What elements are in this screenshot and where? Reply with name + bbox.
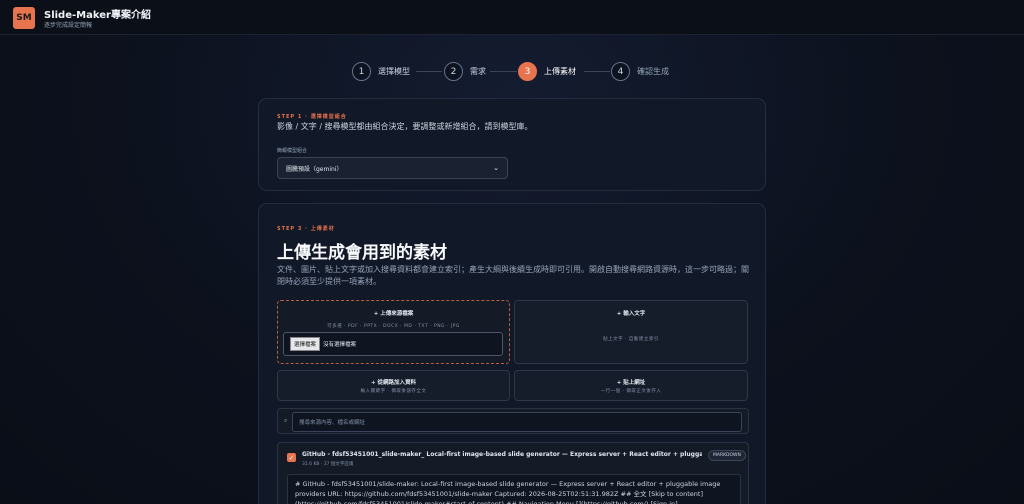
no-file-chosen-text: 沒有選擇檔案 (323, 342, 357, 348)
source-item-preview[interactable]: # GitHub - fdsf53451001/slide-maker: Loc… (287, 474, 741, 504)
upload-card-description: 文件、圖片、貼上文字或加入搜尋資料都會建立索引；產生大綱與後續生成時即可引用。開… (277, 265, 749, 286)
chevron-down-icon: ⌄ (493, 164, 499, 172)
app-logo[interactable]: SM (13, 7, 35, 29)
web-tile-subtitle: 輸入關鍵字 · 擷取後儲存全文 (360, 389, 427, 394)
upload-materials-card: STEP 3 · 上傳素材 上傳生成會用到的素材 文件、圖片、貼上文字或加入搜尋… (258, 203, 766, 504)
file-input[interactable]: 選擇檔案 沒有選擇檔案 (283, 332, 503, 356)
stepper: 1 選擇模型 2 需求 3 上傳素材 4 確認生成 (352, 62, 692, 82)
model-card-eyebrow: STEP 1 · 選擇模型組合 (277, 114, 347, 120)
model-combination-select[interactable]: 圖騰預設（gemini） ⌄ (277, 157, 508, 179)
search-icon: ⌕ (284, 417, 288, 424)
source-item-meta: 31.6 KB · 37 個文字區塊 (302, 462, 354, 467)
step-3-number: 3 (518, 62, 537, 81)
upload-card-title: 上傳生成會用到的素材 (277, 243, 447, 263)
app-subtitle: 逐步完成設定簡報 (44, 22, 93, 29)
model-card-description: 影像 / 文字 / 搜尋模型都由組合決定，要調整或新增組合，請到模型庫。 (277, 122, 533, 131)
step-4-label: 確認生成 (637, 67, 669, 76)
paste-url-tile[interactable]: + 貼上網址 一行一個 · 擷取正文後存入 (514, 370, 748, 401)
step-3[interactable]: 3 上傳素材 (518, 62, 576, 81)
app-title: Slide-Maker專案介紹 (44, 10, 151, 21)
step-2-number: 2 (444, 62, 463, 81)
text-tile-subtitle: 貼上文字 · 自動建立索引 (603, 337, 659, 342)
source-search-input[interactable]: 搜尋來源內容、檔名或網址 (292, 412, 742, 432)
stepper-line-2 (490, 71, 517, 72)
step-1[interactable]: 1 選擇模型 (352, 62, 410, 81)
top-bar: SM Slide-Maker專案介紹 逐步完成設定簡報 (0, 0, 1024, 35)
step-1-label: 選擇模型 (378, 67, 410, 76)
url-tile-title: + 貼上網址 (616, 380, 646, 386)
model-select-value: 圖騰預設（gemini） (286, 165, 343, 173)
step-2[interactable]: 2 需求 (444, 62, 486, 81)
step-2-label: 需求 (470, 67, 486, 76)
upload-tile-subtitle: 可多選 · PDF · PPTX · DOCX · MD · TXT · PNG… (327, 324, 460, 329)
source-type-badge: MARKDOWN (708, 450, 746, 461)
upload-card-eyebrow: STEP 3 · 上傳素材 (277, 226, 335, 232)
upload-tile-title: + 上傳來源檔案 (373, 311, 414, 317)
stepper-line-1 (416, 71, 442, 72)
upload-source-file-tile[interactable]: + 上傳來源檔案 可多選 · PDF · PPTX · DOCX · MD · … (277, 300, 510, 364)
source-list-item[interactable]: ✓ GitHub - fdsf53451001_slide-maker_ Loc… (277, 442, 749, 504)
add-web-data-tile[interactable]: + 從網路加入資料 輸入關鍵字 · 擷取後儲存全文 (277, 370, 510, 401)
url-tile-subtitle: 一行一個 · 擷取正文後存入 (600, 389, 662, 394)
source-item-checkbox[interactable]: ✓ (287, 453, 296, 462)
model-combination-card: STEP 1 · 選擇模型組合 影像 / 文字 / 搜尋模型都由組合決定，要調整… (258, 98, 766, 191)
web-tile-title: + 從網路加入資料 (370, 380, 417, 386)
model-select-label: 簡報模型組合 (277, 148, 308, 154)
step-4[interactable]: 4 確認生成 (611, 62, 669, 81)
choose-file-button[interactable]: 選擇檔案 (290, 337, 321, 351)
step-4-number: 4 (611, 62, 630, 81)
source-item-title: GitHub - fdsf53451001_slide-maker_ Local… (302, 451, 702, 458)
source-search-bar: ⌕ 搜尋來源內容、檔名或網址 (277, 408, 749, 434)
text-tile-title: + 輸入文字 (616, 311, 646, 317)
stepper-line-3 (584, 71, 610, 72)
step-3-label: 上傳素材 (544, 67, 576, 76)
step-1-number: 1 (352, 62, 371, 81)
enter-text-tile[interactable]: + 輸入文字 貼上文字 · 自動建立索引 (514, 300, 748, 364)
